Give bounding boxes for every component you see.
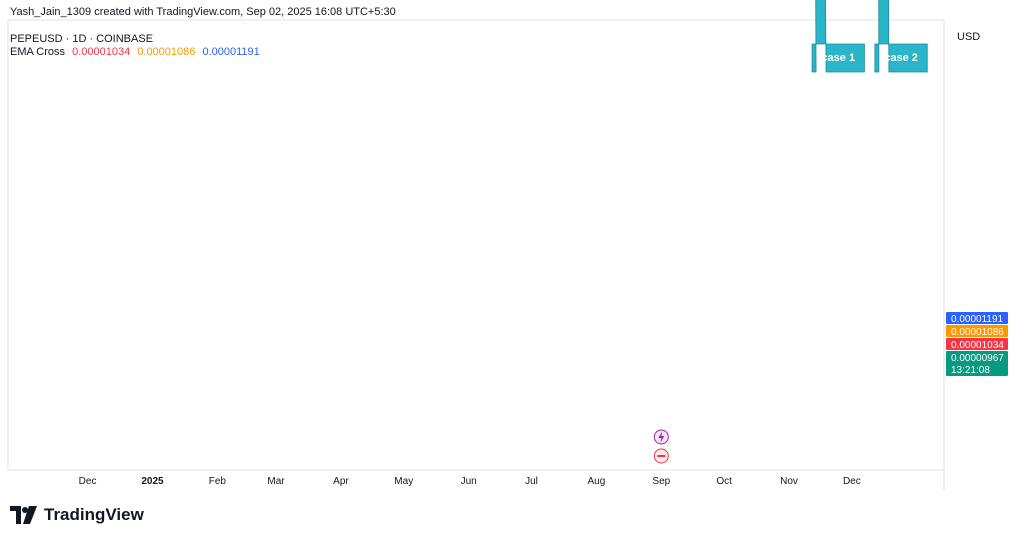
x-tick-label: Mar bbox=[267, 476, 285, 487]
x-tick-label: Jul bbox=[525, 476, 538, 487]
axis-badge: 0.00001191 bbox=[946, 312, 1008, 325]
axis-badge: 0.00001086 bbox=[946, 325, 1008, 338]
x-tick-label: Jun bbox=[461, 476, 477, 487]
x-tick-label: Sep bbox=[652, 476, 670, 487]
callouts: case 1 case 2 bbox=[811, 0, 928, 73]
x-tick-label: May bbox=[394, 476, 413, 487]
x-tick-label: Feb bbox=[209, 476, 227, 487]
callout-2: case 2 bbox=[874, 0, 928, 73]
x-axis: Dec 2025 Feb Mar Apr May Jun Jul Aug Sep Oct Nov Dec bbox=[79, 476, 861, 487]
chart-frame bbox=[7, 19, 945, 490]
tradingview-logo[interactable]: TradingView bbox=[10, 505, 144, 525]
x-tick-label: Dec bbox=[843, 476, 861, 487]
x-tick-label: Nov bbox=[780, 476, 798, 487]
chart-screenshot: Yash_Jain_1309 created with TradingView.… bbox=[0, 0, 1024, 540]
callout-text: case 2 bbox=[884, 52, 918, 64]
badge-countdown: 13:21:08 bbox=[951, 365, 990, 376]
x-tick-label: 2025 bbox=[141, 476, 164, 487]
x-tick-label: Oct bbox=[716, 476, 732, 487]
axis-badge: 0.0000096713:21:08 bbox=[946, 351, 1008, 376]
axis-badge: 0.00001034 bbox=[946, 338, 1008, 351]
y-axis-badges: High0.000028370.000011910.000010860.0000… bbox=[946, 312, 1008, 376]
badge-value: 0.00001086 bbox=[951, 327, 1004, 338]
badge-value: 0.00001034 bbox=[951, 340, 1004, 351]
badge-value: 0.00001191 bbox=[951, 314, 1004, 325]
callout-text: case 1 bbox=[821, 52, 855, 64]
x-tick-label: Dec bbox=[79, 476, 97, 487]
tradingview-logo-text: TradingView bbox=[44, 505, 144, 524]
callout-1: case 1 bbox=[811, 0, 865, 73]
price-chart[interactable]: 1 (0.00002835)0.786 (0.00002342)0.62 (0.… bbox=[0, 0, 1024, 540]
plot-border bbox=[7, 19, 945, 471]
tradingview-logo-icon bbox=[10, 506, 37, 524]
x-tick-label: Apr bbox=[333, 476, 349, 487]
badge-value: 0.00000967 bbox=[951, 353, 1004, 364]
event-icons bbox=[653, 429, 669, 464]
x-tick-label: Aug bbox=[588, 476, 606, 487]
